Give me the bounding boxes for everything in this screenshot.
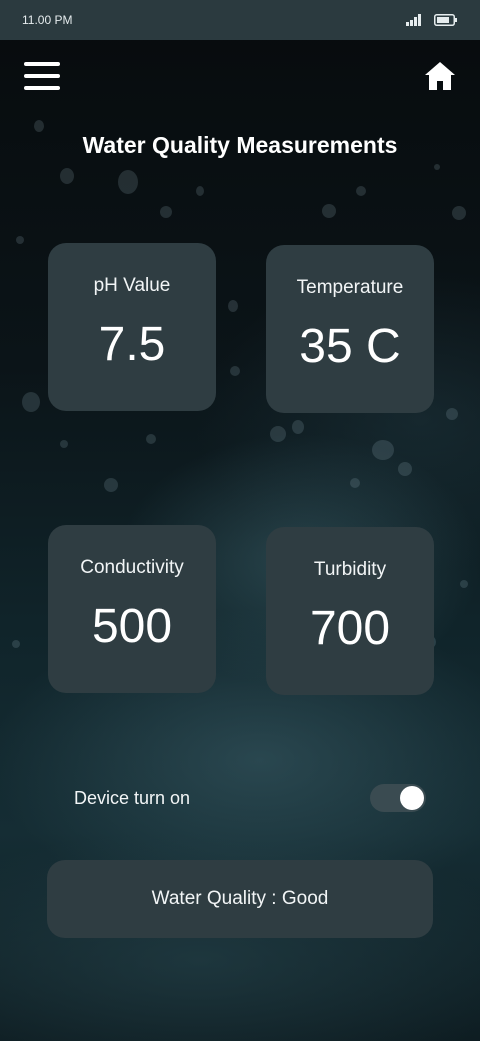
device-toggle-label: Device turn on <box>74 788 191 808</box>
temperature-label: Temperature <box>296 277 404 298</box>
conductivity-label: Conductivity <box>80 557 184 578</box>
status-icons <box>406 14 458 26</box>
page-title: Water Quality Measurements <box>82 132 398 158</box>
toggle-knob <box>400 786 424 810</box>
temperature-reading: 35 C <box>299 320 401 373</box>
water-quality-text: Water Quality : Good <box>151 888 329 909</box>
ph-value-label: pH Value <box>93 275 171 296</box>
turbidity-label: Turbidity <box>313 559 387 580</box>
ph-value-card: pH Value 7.5 <box>48 243 216 411</box>
conductivity-reading: 500 <box>91 600 173 653</box>
temperature-card: Temperature 35 C <box>266 245 434 413</box>
hamburger-menu-icon[interactable] <box>24 62 60 90</box>
conductivity-card: Conductivity 500 <box>48 525 216 693</box>
ph-value-reading: 7.5 <box>98 318 166 371</box>
water-quality-status: Water Quality : Good <box>47 860 433 938</box>
home-icon[interactable] <box>424 60 456 92</box>
status-bar: 11.00 PM <box>0 0 480 40</box>
device-power-toggle[interactable] <box>370 784 426 812</box>
battery-icon <box>434 14 457 26</box>
turbidity-card: Turbidity 700 <box>266 527 434 695</box>
turbidity-reading: 700 <box>309 602 391 655</box>
signal-icon <box>406 14 421 26</box>
status-time: 11.00 PM <box>22 13 73 27</box>
